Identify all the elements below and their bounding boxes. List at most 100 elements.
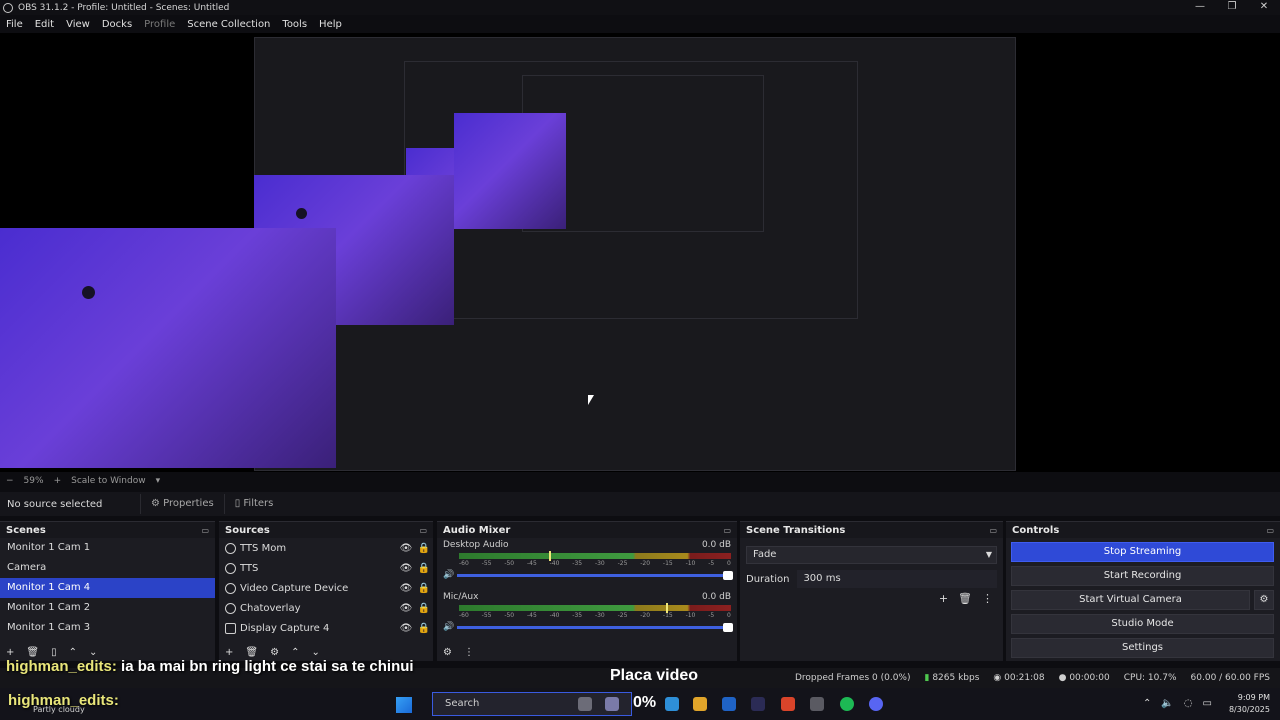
menu-tools[interactable]: Tools xyxy=(276,19,313,30)
source-item-video-capture-device[interactable]: Video Capture Device 👁 🔒 xyxy=(219,578,433,598)
dock-popout-icon[interactable]: ▭ xyxy=(723,526,731,535)
battery-icon[interactable]: ▭ xyxy=(1203,698,1212,709)
meter-scale-tick: -45 xyxy=(526,560,537,567)
properties-label: Properties xyxy=(163,498,214,509)
dock-popout-icon[interactable]: ▭ xyxy=(1266,526,1274,535)
eye-icon[interactable]: 👁 xyxy=(397,623,415,634)
filters-button[interactable]: ▯ Filters xyxy=(223,494,284,514)
app-icon[interactable] xyxy=(605,697,619,711)
close-icon[interactable]: ✕ xyxy=(1248,0,1280,15)
mixer-menu-icon[interactable]: ⋮ xyxy=(464,647,474,661)
meter-scale-tick: -60 xyxy=(459,560,469,567)
eye-icon[interactable]: 👁 xyxy=(397,563,415,574)
menu-docks[interactable]: Docks xyxy=(96,19,138,30)
zoom-out-icon[interactable]: − xyxy=(6,476,14,486)
meter-scale-tick: -30 xyxy=(594,560,605,567)
lock-icon[interactable]: 🔒 xyxy=(415,583,433,594)
taskbar-clock[interactable]: 9:09 PM 8/30/2025 xyxy=(1229,692,1270,716)
mixer-settings-icon[interactable]: ⚙ xyxy=(443,647,452,661)
source-label: Video Capture Device xyxy=(240,582,349,594)
chat-overlay-line: highman_edits: ia ba mai bn ring light c… xyxy=(6,658,414,675)
file-explorer-icon[interactable] xyxy=(578,697,592,711)
speaker-icon[interactable]: 🔊 xyxy=(443,622,457,632)
dock-popout-icon[interactable]: ▭ xyxy=(989,526,997,535)
duration-input[interactable]: 300 ms xyxy=(797,570,997,588)
edge-icon[interactable] xyxy=(665,697,679,711)
meter-scale-tick: -5 xyxy=(708,560,715,567)
scene-item-monitor-1-cam-2[interactable]: Monitor 1 Cam 2 xyxy=(0,598,215,618)
studio-mode-button[interactable]: Studio Mode xyxy=(1011,614,1274,634)
peak-indicator xyxy=(548,551,551,561)
weather-widget: Partly cloudy xyxy=(33,705,85,714)
menu-profile[interactable]: Profile xyxy=(138,19,181,30)
transition-tools: + 🗑 ⋮ xyxy=(939,592,993,605)
brave-icon[interactable] xyxy=(781,697,795,711)
lock-icon[interactable]: 🔒 xyxy=(415,563,433,574)
scene-item-monitor-1-cam-4[interactable]: Monitor 1 Cam 4 xyxy=(0,578,215,598)
speaker-icon[interactable]: 🔊 xyxy=(443,570,457,580)
dock-popout-icon[interactable]: ▭ xyxy=(419,526,427,535)
zoom-in-icon[interactable]: + xyxy=(54,476,62,486)
settings-button[interactable]: Settings xyxy=(1011,638,1274,658)
menu-file[interactable]: File xyxy=(0,19,29,30)
eye-icon[interactable]: 👁 xyxy=(397,603,415,614)
meter-scale-tick: -5 xyxy=(708,612,715,619)
after-effects-icon[interactable] xyxy=(751,697,765,711)
lock-icon[interactable]: 🔒 xyxy=(415,603,433,614)
scene-item-monitor-1-cam-1[interactable]: Monitor 1 Cam 1 xyxy=(0,538,215,558)
transition-menu-icon[interactable]: ⋮ xyxy=(982,592,993,605)
menu-scene-collection[interactable]: Scene Collection xyxy=(181,19,276,30)
camera-object xyxy=(82,286,95,299)
scene-item-monitor-1-cam-3[interactable]: Monitor 1 Cam 3 xyxy=(0,618,215,638)
windows-start-icon[interactable] xyxy=(396,697,412,713)
spotify-icon[interactable] xyxy=(840,697,854,711)
source-item-chatoverlay[interactable]: Chatoverlay 👁 🔒 xyxy=(219,598,433,618)
filters-label: Filters xyxy=(243,498,274,509)
transition-select[interactable]: Fade ▼ xyxy=(746,546,997,564)
preview-canvas[interactable] xyxy=(0,33,1280,472)
meter-scale-tick: -25 xyxy=(617,612,628,619)
chevron-up-icon[interactable]: ⌃ xyxy=(1143,698,1151,709)
stop-streaming-button[interactable]: Stop Streaming xyxy=(1011,542,1274,562)
remove-transition-icon[interactable]: 🗑 xyxy=(958,592,972,605)
source-item-tts[interactable]: TTS 👁 🔒 xyxy=(219,558,433,578)
lock-icon[interactable]: 🔒 xyxy=(415,623,433,634)
camera-object-2 xyxy=(296,208,307,219)
speaker-icon[interactable]: 🔈 xyxy=(1161,698,1173,709)
scene-item-camera[interactable]: Camera xyxy=(0,558,215,578)
folder-icon[interactable] xyxy=(693,697,707,711)
network-icon[interactable]: ◌ xyxy=(1184,698,1193,709)
start-recording-button[interactable]: Start Recording xyxy=(1011,566,1274,586)
menu-help[interactable]: Help xyxy=(313,19,348,30)
chevron-down-icon[interactable]: ▾ xyxy=(156,476,161,486)
audio-source-icon xyxy=(225,562,236,574)
volume-slider[interactable] xyxy=(457,570,733,580)
meter-scale-tick: -45 xyxy=(526,612,537,619)
gear-icon[interactable]: ⚙ xyxy=(1254,590,1274,610)
start-virtual-camera-button[interactable]: Start Virtual Camera xyxy=(1011,590,1250,610)
controls-header: Controls ▭ xyxy=(1006,522,1280,538)
lock-icon[interactable]: 🔒 xyxy=(415,543,433,554)
eye-icon[interactable]: 👁 xyxy=(397,583,415,594)
discord-icon[interactable] xyxy=(869,697,883,711)
add-transition-icon[interactable]: + xyxy=(939,592,948,605)
scale-mode-select[interactable]: Scale to Window xyxy=(71,476,145,486)
dock-popout-icon[interactable]: ▭ xyxy=(201,526,209,535)
title-bar: OBS 31.1.2 - Profile: Untitled - Scenes:… xyxy=(0,0,1280,15)
minimize-icon[interactable]: — xyxy=(1184,0,1216,15)
meter-scale: -60 -55 -50 -45 -40 -35 -30 -25 -20 -15 -10 -5 0 xyxy=(459,560,731,567)
volume-slider[interactable] xyxy=(457,622,733,632)
taskbar-search[interactable]: Search xyxy=(432,692,632,716)
source-item-tts-mom[interactable]: TTS Mom 👁 🔒 xyxy=(219,538,433,558)
volume-slider-handle[interactable] xyxy=(723,622,733,632)
maximize-icon[interactable]: ❐ xyxy=(1216,0,1248,15)
menu-view[interactable]: View xyxy=(60,19,96,30)
volume-slider-handle[interactable] xyxy=(723,570,733,580)
source-item-display-capture-4[interactable]: Display Capture 4 👁 🔒 xyxy=(219,618,433,638)
outlook-icon[interactable] xyxy=(722,697,736,711)
properties-button[interactable]: ⚙ Properties xyxy=(140,494,224,514)
camera-feed-main xyxy=(0,228,336,468)
menu-edit[interactable]: Edit xyxy=(29,19,60,30)
obs-taskbar-icon[interactable] xyxy=(810,697,824,711)
eye-icon[interactable]: 👁 xyxy=(397,543,415,554)
